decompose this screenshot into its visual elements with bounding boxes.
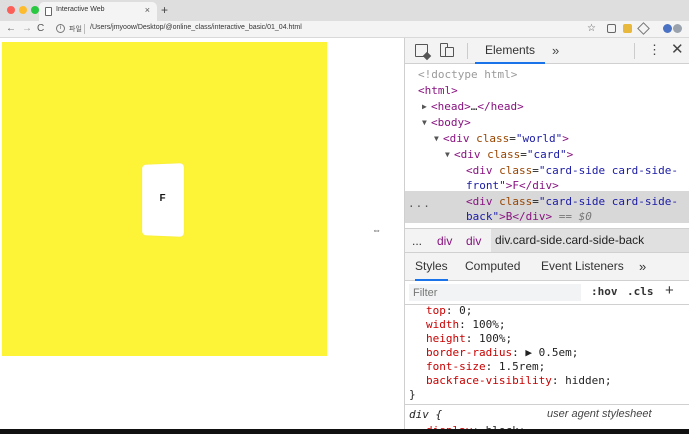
extension-icon[interactable] — [607, 24, 616, 33]
window-maximize-button[interactable] — [31, 6, 39, 14]
breadcrumb-item[interactable]: div — [437, 234, 452, 248]
breadcrumb-item-selected[interactable]: div.card-side.card-side-back — [491, 229, 689, 252]
dom-body[interactable]: ▼ <body> — [422, 115, 471, 130]
reload-icon[interactable]: C — [37, 22, 44, 36]
breadcrumb-more[interactable]: ... — [412, 234, 422, 248]
extension-icon[interactable] — [673, 24, 682, 33]
rule-close-brace: } — [409, 388, 416, 401]
css-declaration[interactable]: backface-visibility: hidden; — [426, 374, 611, 388]
expand-triangle-icon[interactable]: ▶ — [422, 99, 427, 114]
window-minimize-button[interactable] — [19, 6, 27, 14]
styles-filter-bar: :hov .cls + — [405, 281, 689, 305]
hov-toggle-button[interactable]: :hov — [591, 285, 618, 298]
styles-tab-bar: Styles Computed Event Listeners » — [405, 253, 689, 281]
inspect-element-icon[interactable] — [415, 44, 428, 57]
browser-tab[interactable]: Interactive Web × — [39, 2, 157, 21]
extension-icon[interactable] — [637, 22, 650, 35]
profile-icon[interactable] — [663, 24, 672, 33]
css-declaration[interactable]: top: 0; — [426, 306, 472, 318]
css-declaration[interactable]: height: 100%; — [426, 332, 512, 346]
tab-title: Interactive Web — [56, 6, 105, 13]
tab-close-icon[interactable]: × — [145, 5, 150, 15]
collapse-triangle-icon[interactable]: ▼ — [445, 147, 450, 162]
divider — [467, 43, 468, 59]
breadcrumb: ... div div div.card-side.card-side-back — [405, 228, 689, 253]
collapse-triangle-icon[interactable]: ▼ — [434, 131, 439, 146]
flip-card[interactable]: F — [142, 163, 184, 237]
tab-computed[interactable]: Computed — [465, 253, 520, 281]
bookmark-star-icon[interactable]: ☆ — [587, 22, 596, 36]
dom-card-back[interactable]: <div class="card-side card-side- — [466, 194, 678, 209]
devtools-toolbar: Elements » ⋮ ✕ — [405, 38, 689, 64]
tab-strip: Interactive Web × + — [0, 0, 689, 21]
dom-head[interactable]: ▶ <head>…</head> — [422, 99, 524, 114]
card-front-text: F — [159, 192, 166, 205]
dom-card-front-cont[interactable]: front">F</div> — [466, 178, 559, 193]
breadcrumb-item[interactable]: div — [466, 234, 481, 248]
devtools-menu-icon[interactable]: ⋮ — [648, 42, 661, 58]
page-viewport: F ⇔ — [0, 38, 404, 434]
more-tabs-icon[interactable]: » — [639, 253, 646, 281]
device-toolbar-icon[interactable] — [440, 43, 454, 57]
tab-elements[interactable]: Elements — [475, 38, 545, 64]
page-icon — [45, 7, 52, 16]
devtools-close-icon[interactable]: ✕ — [671, 40, 684, 58]
dom-tree: ... <!doctype html> <html> ▶ <head>…</he… — [405, 65, 689, 225]
css-declaration[interactable]: width: 100%; — [426, 318, 506, 332]
window-close-button[interactable] — [7, 6, 15, 14]
css-declaration[interactable]: font-size: 1.5rem; — [426, 360, 545, 374]
dom-html[interactable]: <html> — [418, 83, 458, 98]
info-icon[interactable]: i — [56, 24, 65, 33]
divider — [634, 43, 635, 59]
dom-card-back-cont[interactable]: back">B</div> == $0 — [466, 209, 592, 224]
world-container: F — [2, 42, 327, 356]
cls-toggle-button[interactable]: .cls — [627, 285, 654, 298]
dom-world-div[interactable]: ▼ <div class="world"> — [434, 131, 569, 146]
divider — [405, 404, 689, 405]
css-rules-pane: top: 0; width: 100%; height: 100%; borde… — [405, 306, 689, 434]
extension-icon[interactable] — [623, 24, 632, 33]
devtools-panel: Elements » ⋮ ✕ ... <!doctype html> <html… — [404, 38, 689, 434]
dom-card-front[interactable]: <div class="card-side card-side- — [466, 163, 678, 178]
tab-styles[interactable]: Styles — [415, 253, 448, 281]
more-tabs-icon[interactable]: » — [552, 43, 559, 58]
address-bar[interactable]: /Users/jmyoow/Desktop/@online_class/inte… — [90, 24, 302, 31]
css-declaration[interactable]: border-radius: ▶ 0.5em; — [426, 346, 578, 360]
forward-icon[interactable]: → — [22, 22, 32, 36]
browser-toolbar: ← → C i 파일 /Users/jmyoow/Desktop/@online… — [0, 21, 689, 38]
screen-bottom-edge — [0, 429, 689, 434]
new-tab-button[interactable]: + — [161, 3, 168, 17]
dom-doctype[interactable]: <!doctype html> — [418, 67, 517, 82]
new-style-rule-button[interactable]: + — [665, 282, 674, 299]
resize-cursor-icon: ⇔ — [372, 225, 381, 235]
ua-rule-source: user agent stylesheet — [547, 408, 652, 420]
styles-filter-input[interactable] — [409, 284, 581, 301]
node-actions-icon[interactable]: ... — [408, 197, 431, 210]
url-divider — [84, 24, 85, 34]
back-icon[interactable]: ← — [6, 22, 16, 36]
url-scheme-label: 파일 — [69, 26, 82, 33]
collapse-triangle-icon[interactable]: ▼ — [422, 115, 427, 130]
dom-card-div[interactable]: ▼ <div class="card"> — [445, 147, 573, 162]
ua-rule-selector: div { — [409, 408, 443, 421]
tab-event-listeners[interactable]: Event Listeners — [541, 253, 624, 281]
